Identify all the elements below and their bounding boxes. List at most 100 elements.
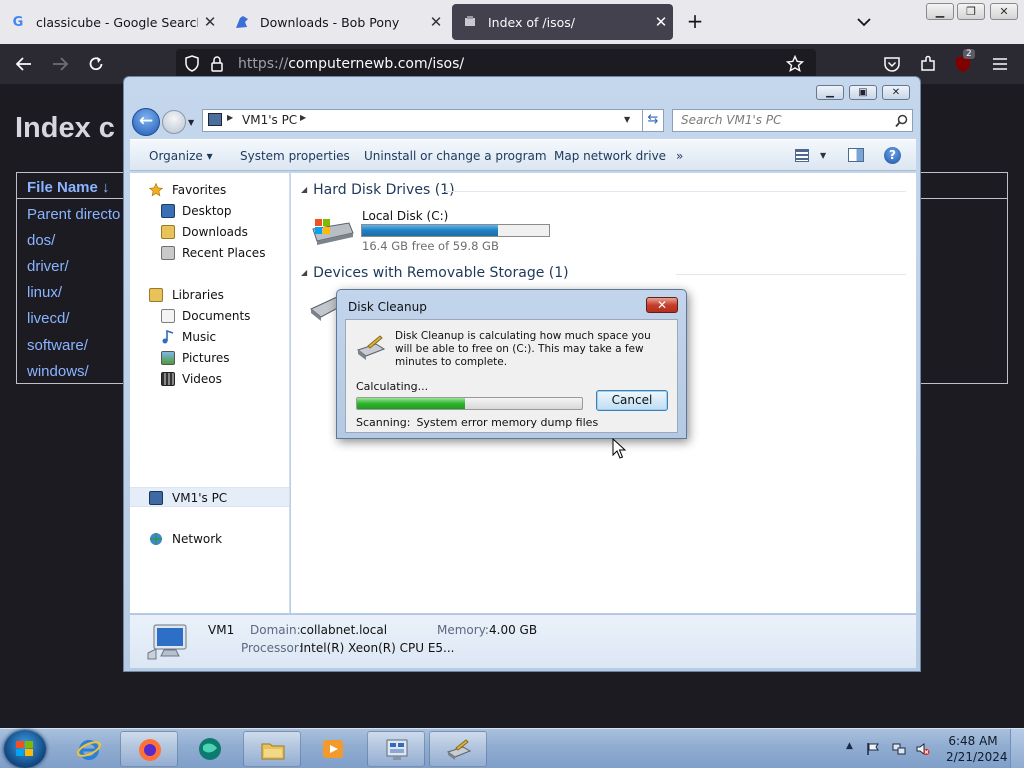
action-center-flag-icon[interactable] [866, 741, 880, 755]
libraries-icon [149, 288, 163, 302]
address-dropdown-icon[interactable]: ▼ [624, 115, 630, 124]
nav-vm1-pc[interactable]: VM1's PC [130, 487, 289, 507]
explorer-forward-button[interactable] [162, 110, 186, 134]
pocket-icon[interactable] [879, 52, 905, 76]
nav-documents[interactable]: Documents [130, 306, 289, 326]
group-hard-disk-drives[interactable]: ◢ Hard Disk Drives (1) [301, 182, 455, 198]
lock-icon[interactable] [210, 55, 224, 77]
nav-pictures[interactable]: Pictures [130, 348, 289, 368]
tab-google-search[interactable]: G classicube - Google Search ✕ [0, 4, 222, 40]
close-window-button[interactable]: ✕ [990, 3, 1018, 20]
link-dos[interactable]: dos/ [27, 232, 55, 249]
clock-date[interactable]: 2/21/2024 [946, 750, 1008, 764]
group-label: Hard Disk Drives (1) [313, 182, 455, 198]
group-removable-storage[interactable]: ◢ Devices with Removable Storage (1) [301, 265, 569, 281]
file-name-column-header[interactable]: File Name ↓ [27, 179, 110, 196]
taskbar-disk-cleanup[interactable] [429, 731, 487, 767]
show-hidden-icons-icon[interactable]: ▲ [846, 741, 853, 751]
menu-hamburger-icon[interactable] [987, 52, 1013, 76]
tab-index-of-isos[interactable]: Index of /isos/ ✕ [452, 4, 673, 40]
breadcrumb-vm1-pc[interactable]: VM1's PC [242, 113, 297, 127]
nav-downloads[interactable]: Downloads [130, 222, 289, 242]
nav-videos[interactable]: Videos [130, 369, 289, 389]
taskbar-windows-explorer[interactable] [243, 731, 301, 767]
explorer-close-button[interactable]: ✕ [882, 85, 910, 100]
search-input[interactable]: Search VM1's PC [672, 109, 913, 132]
nav-recent-places[interactable]: Recent Places [130, 243, 289, 263]
nav-label: Videos [182, 372, 222, 386]
taskbar-internet-explorer[interactable] [60, 731, 118, 767]
nav-label: Music [182, 330, 217, 344]
media-player-icon [321, 737, 345, 761]
system-properties-button[interactable]: System properties [240, 149, 350, 163]
explorer-maximize-button[interactable]: ▣ [849, 85, 877, 100]
more-commands-button[interactable]: » [676, 149, 683, 163]
forward-arrow-icon[interactable] [47, 52, 73, 76]
nav-favorites[interactable]: Favorites [130, 180, 289, 200]
shield-icon[interactable] [184, 55, 200, 77]
hard-drive-icon[interactable] [309, 215, 355, 247]
organize-button[interactable]: Organize ▾ [149, 149, 213, 163]
map-network-drive-button[interactable]: Map network drive [554, 149, 666, 163]
taskbar-firefox[interactable] [120, 731, 178, 767]
show-desktop-button[interactable] [1010, 729, 1024, 768]
tab-list-chevron-icon[interactable] [852, 12, 876, 32]
collapse-arrow-icon[interactable]: ◢ [301, 268, 307, 277]
ublock-shield-icon[interactable]: 2 [950, 49, 976, 76]
taskbar-media-player[interactable] [304, 731, 362, 767]
new-tab-button[interactable]: + [684, 10, 706, 34]
nav-desktop[interactable]: Desktop [130, 201, 289, 221]
view-dropdown-icon[interactable]: ▼ [820, 151, 826, 160]
breadcrumb-chevron-icon[interactable]: ▶ [300, 113, 306, 122]
dialog-close-button[interactable]: ✕ [646, 297, 678, 313]
change-view-icon[interactable] [795, 149, 809, 162]
tab-downloads-bob-pony[interactable]: Downloads - Bob Pony ✕ [224, 4, 448, 40]
drive-usage-bar [361, 224, 550, 237]
uninstall-program-button[interactable]: Uninstall or change a program [364, 149, 547, 163]
volume-muted-icon[interactable] [916, 741, 930, 755]
back-arrow-icon[interactable] [11, 52, 37, 76]
close-tab-icon[interactable]: ✕ [198, 13, 222, 31]
explorer-back-button[interactable]: ← [132, 108, 160, 136]
disk-cleanup-dialog: Disk Cleanup ✕ Disk Cleanup is calculati… [336, 289, 687, 439]
drive-name[interactable]: Local Disk (C:) [362, 209, 448, 223]
network-tray-icon[interactable] [892, 741, 906, 755]
close-tab-icon[interactable]: ✕ [424, 13, 448, 31]
bookmark-star-icon[interactable] [785, 54, 805, 77]
restore-button[interactable]: ❐ [957, 3, 985, 20]
breadcrumb-chevron-icon[interactable]: ▶ [227, 113, 233, 122]
link-linux[interactable]: linux/ [27, 284, 62, 301]
link-windows[interactable]: windows/ [27, 363, 89, 380]
details-pane: VM1 Domain: collabnet.local Memory: 4.00… [130, 614, 916, 668]
preview-pane-icon[interactable] [848, 148, 864, 162]
nav-libraries[interactable]: Libraries [130, 285, 289, 305]
url-text[interactable]: https://computernewb.com/isos/ [238, 56, 464, 72]
clock-time[interactable]: 6:48 AM [946, 734, 1000, 748]
collapse-arrow-icon[interactable]: ◢ [301, 185, 307, 194]
scanning-label: Scanning: [356, 416, 411, 429]
address-bar[interactable]: ▶ VM1's PC ▶ ▼ [202, 109, 664, 132]
minimize-button[interactable]: ▁ [926, 3, 954, 20]
help-icon[interactable]: ? [884, 147, 901, 164]
tab-title: classicube - Google Search [36, 14, 198, 30]
refresh-icon[interactable]: ⇆ [642, 109, 664, 132]
link-driver[interactable]: driver/ [27, 258, 69, 275]
downloads-folder-icon [161, 225, 175, 239]
nav-network[interactable]: Network [130, 529, 289, 549]
link-livecd[interactable]: livecd/ [27, 310, 70, 327]
taskbar: ▲ 6:48 AM 2/21/2024 [0, 728, 1024, 768]
explorer-minimize-button[interactable]: ▁ [816, 85, 844, 100]
start-button[interactable] [4, 730, 46, 768]
url-bar[interactable]: https://computernewb.com/isos/ [176, 49, 816, 79]
extensions-puzzle-icon[interactable] [915, 52, 941, 76]
close-tab-icon[interactable]: ✕ [649, 13, 673, 31]
link-parent-directory[interactable]: Parent directo [27, 206, 120, 223]
cancel-button[interactable]: Cancel [596, 390, 668, 411]
nav-music[interactable]: Music [130, 327, 289, 347]
search-icon[interactable] [895, 113, 908, 132]
reload-icon[interactable] [83, 52, 109, 76]
history-dropdown-icon[interactable]: ▼ [188, 118, 194, 127]
taskbar-app-globe[interactable] [181, 731, 239, 767]
link-software[interactable]: software/ [27, 337, 88, 354]
taskbar-control-panel[interactable] [367, 731, 425, 767]
